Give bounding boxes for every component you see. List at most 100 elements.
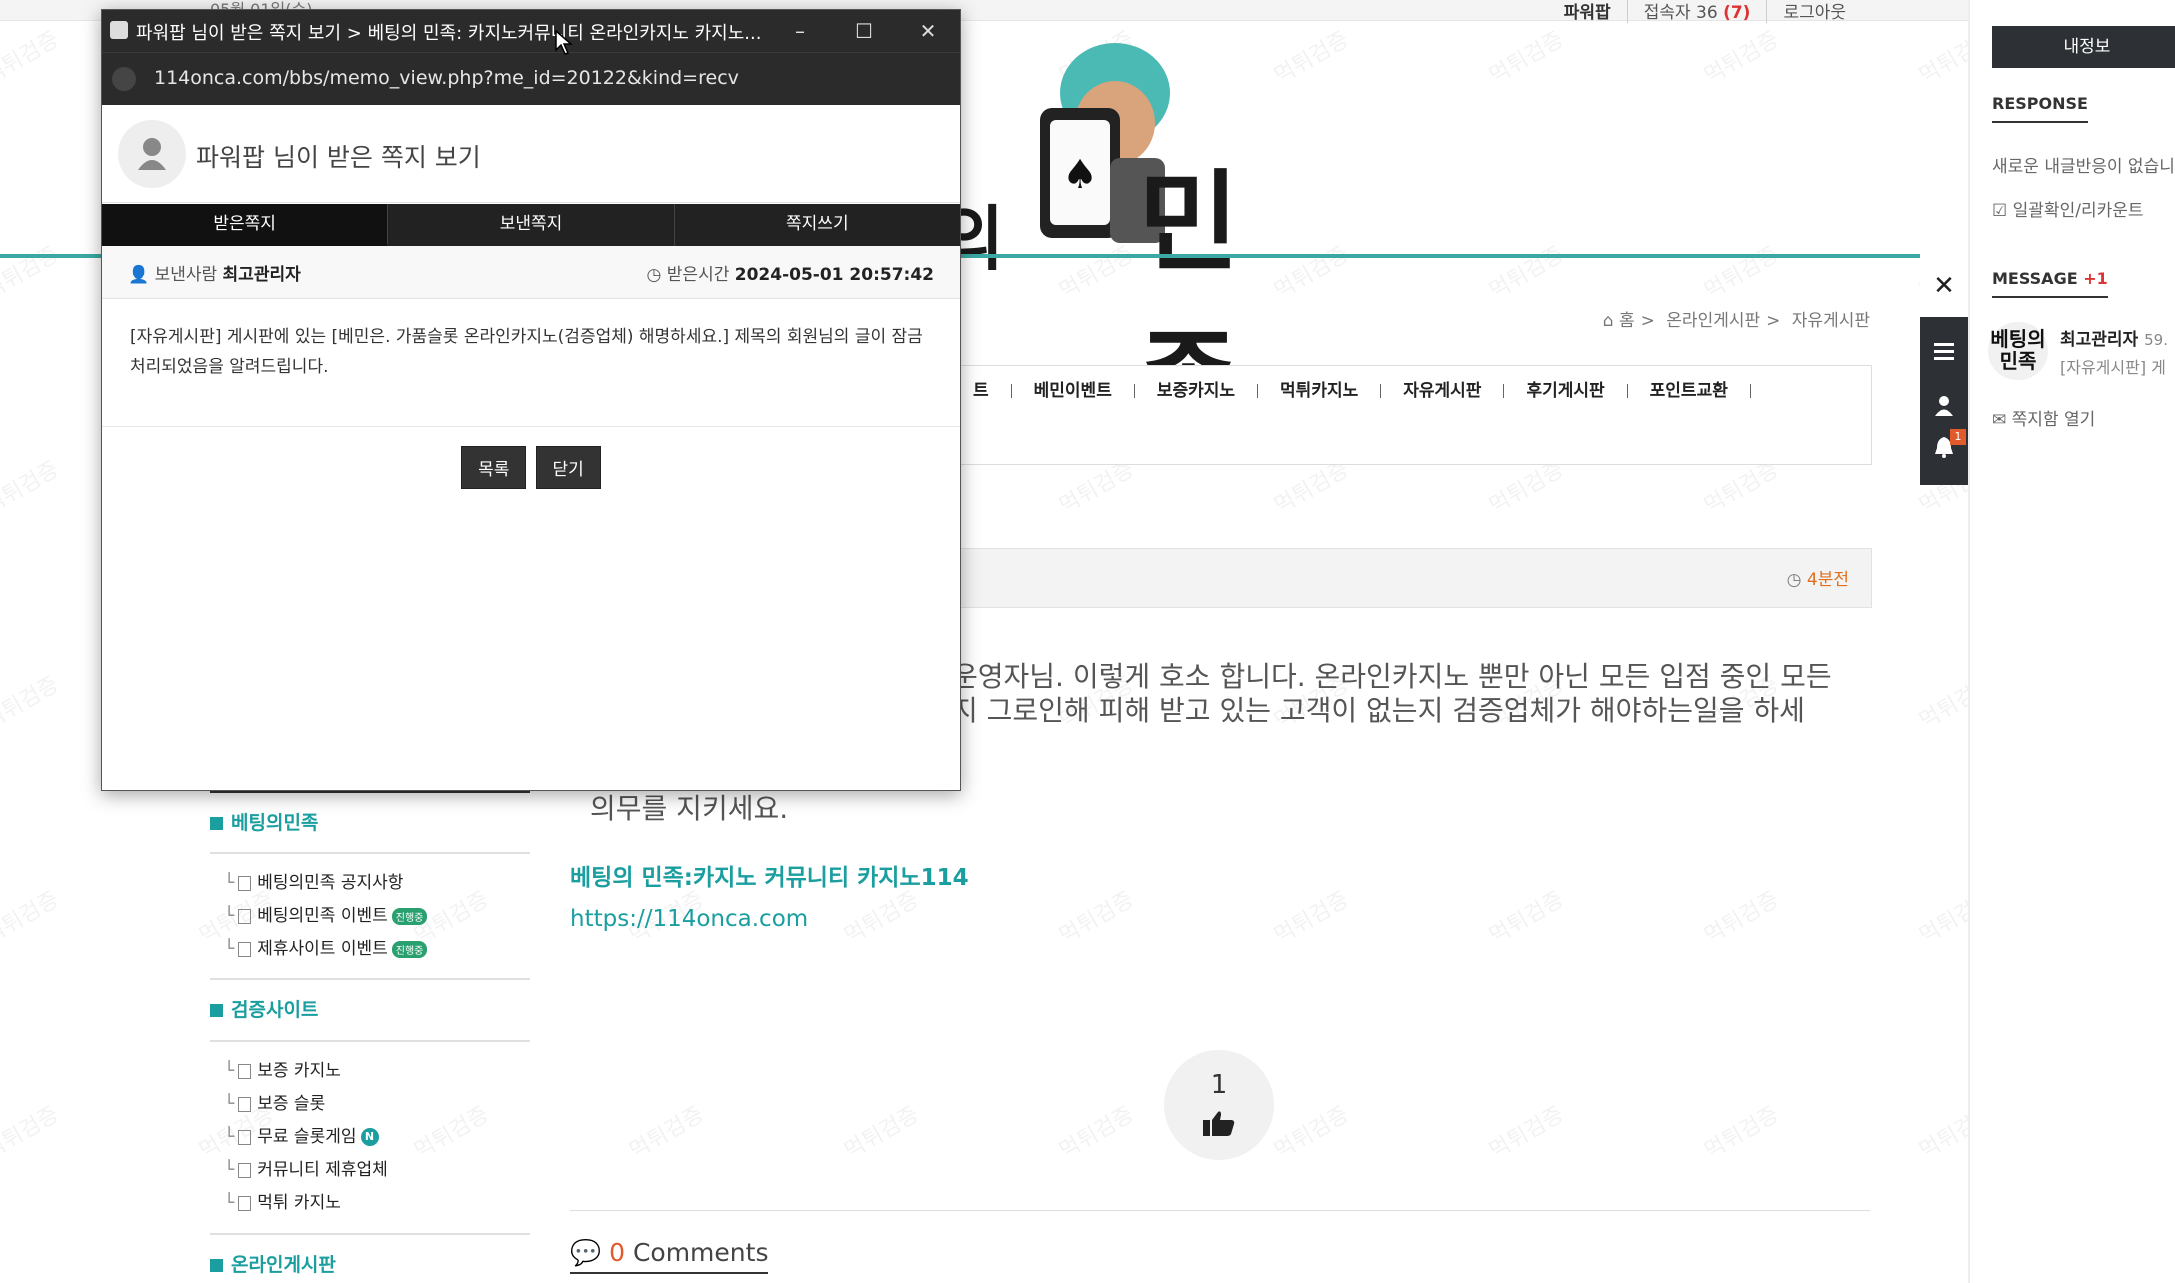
post-link-community[interactable]: 베팅의 민족:카지노 커뮤니티 카지노114 <box>570 858 969 892</box>
document-icon <box>238 875 252 891</box>
open-inbox-link[interactable]: ✉ 쪽지함 열기 <box>1992 405 2095 430</box>
sidebar-item[interactable]: └ 보증 슬롯 <box>224 1089 325 1114</box>
watermark-text: 먹튀검증 <box>625 1102 709 1165</box>
sender-info: 👤 보낸사람 최고관리자 <box>128 265 301 285</box>
watermark-text: 먹튀검증 <box>1055 887 1139 950</box>
watermark-text: 먹튀검증 <box>1700 242 1784 305</box>
sidebar-item[interactable]: └ 제휴사이트 이벤트 진행중 <box>224 934 428 959</box>
received-time: ◷ 받은시간 2024-05-01 20:57:42 <box>646 265 934 285</box>
notification-badge: 1 <box>1950 429 1966 445</box>
url-text[interactable]: 114onca.com/bbs/memo_view.php?me_id=2012… <box>154 67 739 89</box>
sidebar-item[interactable]: └ 베팅의민족 이벤트 진행중 <box>224 901 428 926</box>
user-avatar-icon <box>118 120 186 188</box>
cat-item[interactable]: 베민이벤트 <box>1012 383 1135 400</box>
sidebar-item[interactable]: └ 베팅의민족 공지사항 <box>224 868 403 893</box>
document-icon <box>238 1063 252 1079</box>
like-button[interactable]: 1 <box>1164 1050 1274 1160</box>
minimize-icon[interactable]: – <box>778 17 822 45</box>
document-icon <box>238 1129 252 1145</box>
sidebar-item[interactable]: └ 보증 카지노 <box>224 1056 341 1081</box>
right-panel: 내정보 RESPONSE 새로운 내글반응이 없습니 ☑ 일괄확인/리카운트 M… <box>1968 0 2175 1283</box>
response-text: 새로운 내글반응이 없습니 <box>1992 157 2175 177</box>
close-button[interactable]: 닫기 <box>535 446 601 489</box>
watermark-text: 먹튀검증 <box>840 1102 924 1165</box>
message-preview[interactable]: [자유게시판] 게 <box>2060 354 2166 378</box>
memo-heading: 파워팝 님이 받은 쪽지 보기 <box>196 143 481 172</box>
sidebar-divider <box>210 1233 530 1235</box>
sidebar-divider <box>210 978 530 980</box>
post-time: ◷ 4분전 <box>1786 570 1849 590</box>
user-icon: 👤 <box>128 265 150 285</box>
watermark-text: 먹튀검증 <box>1270 1102 1354 1165</box>
top-links: 파워팝 접속자 36 (7) 로그아웃 <box>1548 0 1862 23</box>
in-progress-badge: 진행중 <box>391 940 428 958</box>
favicon-icon <box>110 21 128 39</box>
watermark-text: 먹튀검증 <box>1485 27 1569 90</box>
cat-item[interactable]: 자유게시판 <box>1381 383 1505 400</box>
breadcrumb-board[interactable]: 온라인게시판 <box>1666 311 1760 331</box>
list-button[interactable]: 목록 <box>461 446 527 489</box>
watermark-text: 먹튀검증 <box>1700 1102 1784 1165</box>
memo-buttons: 목록 닫기 <box>102 446 960 489</box>
user-icon[interactable] <box>1932 393 1956 417</box>
site-logo[interactable]: ♠ 의 민족 <box>940 38 1320 447</box>
sidebar-divider <box>210 1040 530 1042</box>
breadcrumb-home[interactable]: 홈 <box>1619 311 1635 331</box>
my-info-button[interactable]: 내정보 <box>1992 26 2175 68</box>
watermark-text: 먹튀검증 <box>0 1102 64 1165</box>
message-sender[interactable]: 최고관리자 59. <box>2060 325 2168 350</box>
clock-icon: ◷ <box>646 265 662 285</box>
document-icon <box>238 941 252 957</box>
site-settings-icon[interactable] <box>112 67 136 91</box>
menu-icon[interactable] <box>1932 339 1956 363</box>
thumbs-up-icon <box>1203 1111 1235 1136</box>
cat-item[interactable]: 보증카지노 <box>1135 383 1259 400</box>
breadcrumb-current[interactable]: 자유게시판 <box>1792 311 1870 331</box>
envelope-icon: ✉ <box>1992 410 2007 430</box>
logout-link[interactable]: 로그아웃 <box>1766 0 1862 23</box>
avatar[interactable]: 베팅의 민족 <box>1988 322 2048 380</box>
maximize-icon[interactable]: ☐ <box>842 17 886 45</box>
document-icon <box>238 1162 252 1178</box>
watermark-text: 먹튀검증 <box>1700 27 1784 90</box>
sidebar-section-board[interactable]: 온라인게시판 <box>210 1250 336 1277</box>
sidebar-section-verified[interactable]: 검증사이트 <box>210 995 318 1022</box>
top-visitors[interactable]: 접속자 36 (7) <box>1626 0 1767 23</box>
document-icon <box>238 908 252 924</box>
tab-write[interactable]: 쪽지쓰기 <box>675 204 960 246</box>
like-count: 1 <box>1210 1070 1228 1100</box>
bulk-check-link[interactable]: ☑ 일괄확인/리카운트 <box>1992 196 2144 221</box>
cat-item[interactable]: 후기게시판 <box>1504 383 1628 400</box>
comments-divider <box>570 1210 1870 1211</box>
sidebar-item[interactable]: └ 무료 슬롯게임 N <box>224 1122 379 1147</box>
post-line: 의무를 지키세요. <box>590 792 789 825</box>
comments-header: 💬 0 Comments <box>570 1238 769 1274</box>
close-icon[interactable]: ✕ <box>906 17 950 45</box>
side-tools: ✕ 1 <box>1920 255 1968 485</box>
watermark-text: 먹튀검증 <box>1485 242 1569 305</box>
address-bar: 114onca.com/bbs/memo_view.php?me_id=2012… <box>102 52 960 105</box>
square-icon <box>210 1259 223 1272</box>
watermark-text: 먹튀검증 <box>1700 887 1784 950</box>
cat-item[interactable]: 먹튀카지노 <box>1258 383 1382 400</box>
watermark-text: 먹튀검증 <box>0 672 64 735</box>
top-user-link[interactable]: 파워팝 <box>1548 0 1627 23</box>
tab-sent[interactable]: 보낸쪽지 <box>388 204 675 246</box>
category-nav: 트 베민이벤트 보증카지노 먹튀카지노 자유게시판 후기게시판 포인트교환 <box>930 365 1872 465</box>
new-badge: N <box>360 1128 379 1146</box>
cat-item[interactable]: 포인트교환 <box>1628 383 1751 400</box>
post-link-url[interactable]: https://114onca.com <box>570 906 808 932</box>
memo-divider <box>102 426 960 427</box>
checkbox-icon: ☑ <box>1992 201 2008 221</box>
in-progress-badge: 진행중 <box>391 907 428 925</box>
close-panel-icon[interactable]: ✕ <box>1920 255 1968 317</box>
home-icon[interactable]: ⌂ <box>1603 311 1614 331</box>
tab-received[interactable]: 받은쪽지 <box>102 204 389 246</box>
sidebar-item[interactable]: └ 먹튀 카지노 <box>224 1188 341 1213</box>
sidebar-item[interactable]: └ 커뮤니티 제휴업체 <box>224 1155 388 1180</box>
window-titlebar[interactable]: 파워팝 님이 받은 쪽지 보기 > 베팅의 민족: 카지노커뮤니티 온라인카지노… <box>102 10 960 52</box>
sidebar-section-betting[interactable]: 베팅의민족 <box>210 808 318 835</box>
message-title: MESSAGE +1 <box>1992 269 2108 298</box>
side-tools-bar: 1 <box>1920 317 1968 485</box>
watermark-text: 먹튀검증 <box>1485 887 1569 950</box>
